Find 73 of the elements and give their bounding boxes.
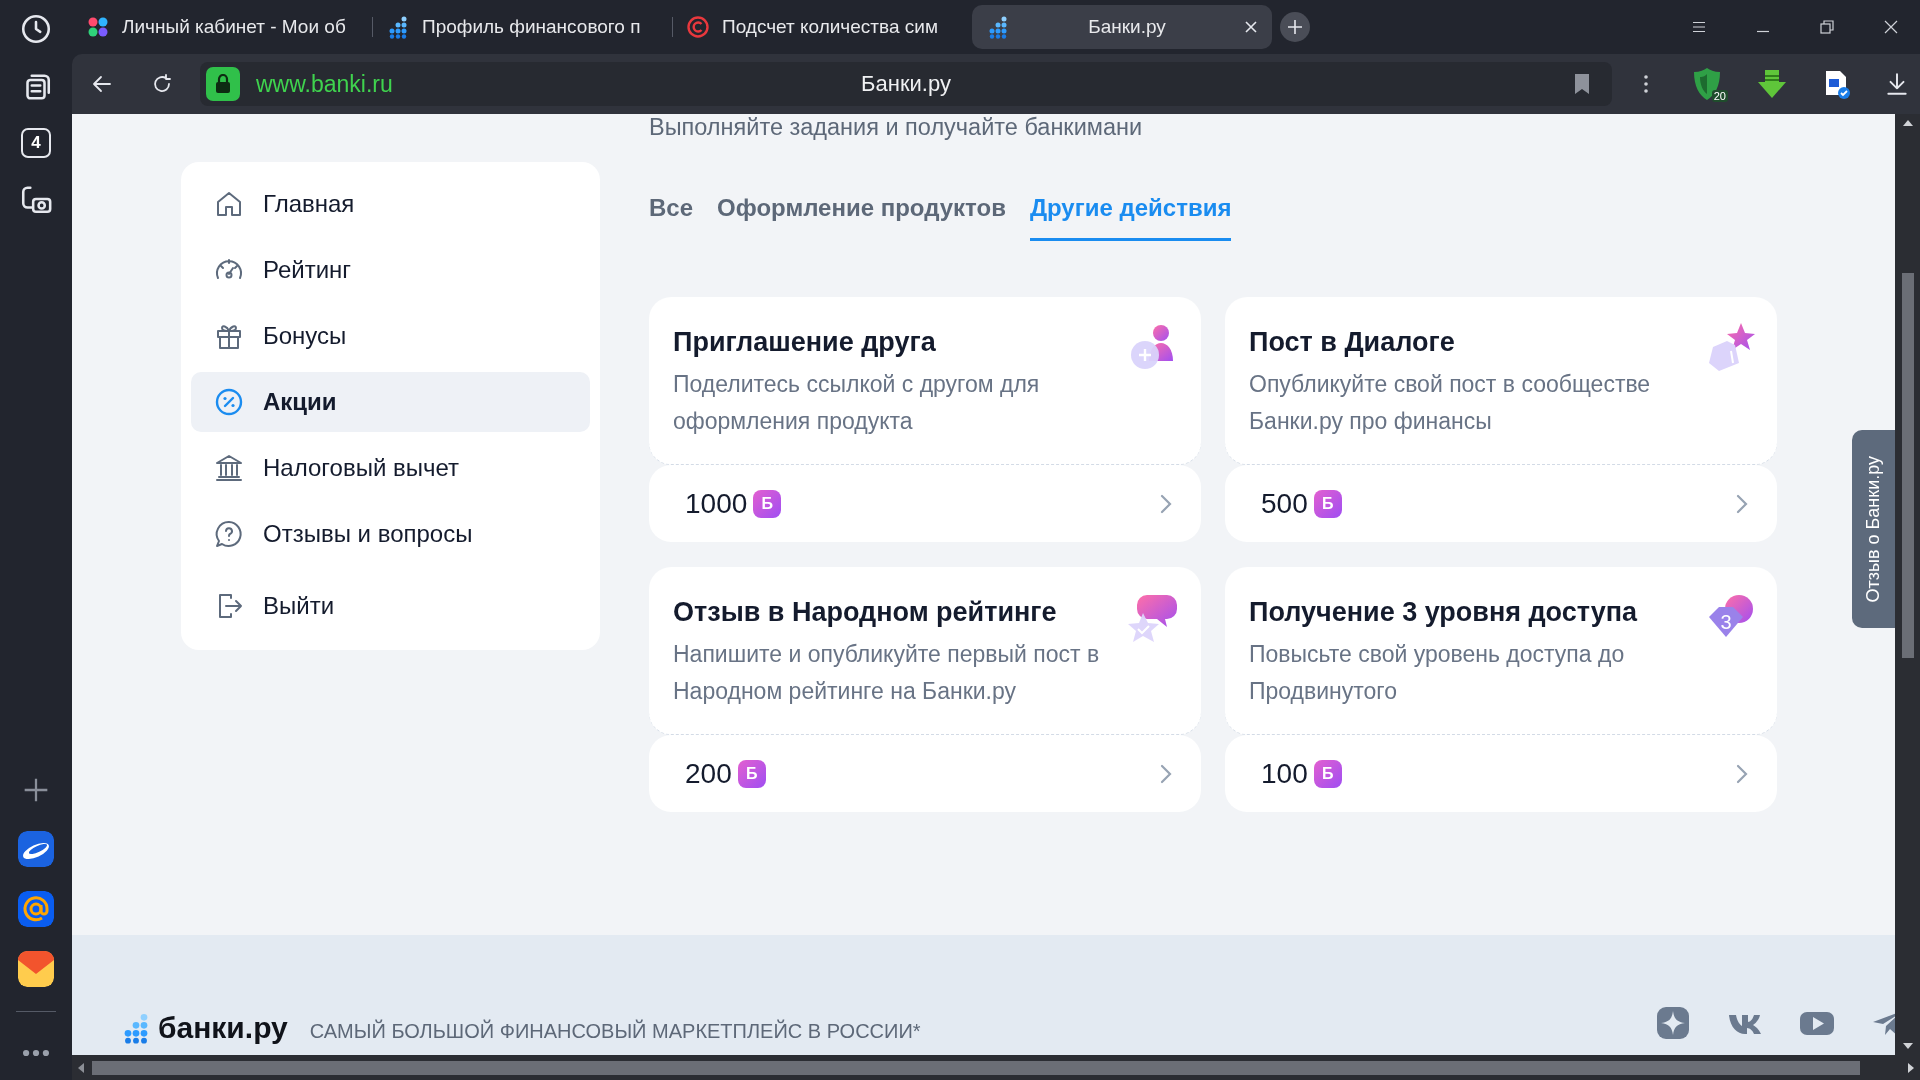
reward-amount: 500: [1261, 487, 1308, 520]
reward-amount: 200: [685, 757, 732, 790]
subtitle: Выполняйте задания и получайте банкимани: [649, 114, 1144, 140]
address-bar[interactable]: www.banki.ru Банки.ру: [200, 62, 1612, 106]
card-title: Приглашение друга: [673, 327, 937, 358]
disc-app-icon[interactable]: [18, 831, 54, 867]
tab-counter[interactable]: 4: [21, 128, 51, 158]
task-card[interactable]: Приглашение друга Поделитесь ссылкой с другом для оформления продукта: [649, 297, 1201, 465]
sparkle-icon[interactable]: [1655, 1005, 1691, 1041]
plus-icon: [1287, 19, 1303, 35]
question-bubble-icon: [213, 518, 245, 550]
download-icon[interactable]: [1884, 71, 1910, 97]
bookmark-icon[interactable]: [1572, 73, 1592, 95]
scroll-left-icon[interactable]: [76, 1062, 86, 1073]
currency-badge: Б: [1313, 759, 1342, 788]
task-card[interactable]: Пост в Диалоге Опубликуйте свой пост в сообществе Банки.ру про финансы: [1225, 297, 1777, 465]
card-description: Опубликуйте свой пост в сообществе Банки.ру про финансы: [1249, 370, 1652, 436]
reward-amount: 1000: [685, 487, 748, 520]
close-icon[interactable]: [1244, 20, 1258, 34]
browser-tab[interactable]: Профиль финансового п: [372, 5, 672, 49]
sidebar-item[interactable]: Налоговый вычет: [191, 438, 590, 498]
task-card[interactable]: Отзыв в Народном рейтинге Напишите и опубликуйте первый пост в Народном рейтинге на Банки.ру: [649, 567, 1201, 735]
card-description: Напишите и опубликуйте первый пост в Народном рейтинге на Банки.ру: [673, 640, 1101, 706]
download-arrow-icon[interactable]: [1756, 68, 1788, 100]
browser-tab[interactable]: Банки.ру: [972, 5, 1272, 49]
filter-tab[interactable]: Оформление продуктов: [717, 194, 1006, 241]
card-title: Получение 3 уровня доступа: [1249, 597, 1639, 628]
bank-building-icon: [213, 452, 245, 484]
reward-amount: 100: [1261, 757, 1308, 790]
task-card[interactable]: Получение 3 уровня доступа Повысьте свой уровень доступа до Продвинутого 3: [1225, 567, 1777, 735]
reward-row[interactable]: 1000 Б: [649, 465, 1201, 542]
sidebar-item[interactable]: Бонусы: [191, 306, 590, 366]
new-tab-button[interactable]: [1280, 12, 1310, 42]
reward-row[interactable]: 500 Б: [1225, 465, 1777, 542]
currency-badge: Б: [753, 489, 782, 518]
scroll-down-icon[interactable]: [1902, 1041, 1913, 1051]
reward-row[interactable]: 200 Б: [649, 735, 1201, 812]
scrollbar-thumb[interactable]: [1901, 273, 1914, 658]
currency-badge: Б: [1313, 489, 1342, 518]
envelope-app-icon[interactable]: [18, 951, 54, 987]
percent-icon: [213, 386, 245, 418]
logo-text[interactable]: банки.ру: [158, 1011, 288, 1045]
card-title: Отзыв в Народном рейтинге: [673, 597, 1058, 628]
scroll-up-icon[interactable]: [1902, 118, 1913, 128]
copyright-icon: [686, 15, 710, 39]
chevron-right-icon: [1735, 492, 1749, 515]
card-description: Поделитесь ссылкой с другом для оформления продукта: [673, 370, 1041, 436]
scroll-right-icon[interactable]: [1906, 1062, 1916, 1073]
at-sign-app-icon[interactable]: [18, 891, 54, 927]
clock-icon[interactable]: [19, 12, 53, 46]
sidebar-item[interactable]: Главная: [191, 174, 590, 234]
lock-icon: [206, 67, 240, 101]
vertical-scrollbar[interactable]: [1895, 114, 1920, 1055]
feedback-tab[interactable]: Отзыв о Банки.ру: [1852, 430, 1895, 628]
browser-tab[interactable]: Подсчет количества сим: [672, 5, 972, 49]
chevron-right-icon: [1735, 762, 1749, 785]
filter-tab[interactable]: Все: [649, 194, 694, 241]
chevron-right-icon: [1159, 762, 1173, 785]
slogan: САМЫЙ БОЛЬШОЙ ФИНАНСОВЫЙ МАРКЕТПЛЕЙС В РОССИИ*: [309, 1020, 921, 1044]
close-icon[interactable]: [1882, 18, 1900, 36]
sidebar-item[interactable]: Выйти: [191, 576, 590, 636]
card-description: Повысьте свой уровень доступа до Продвинутого: [1249, 640, 1626, 706]
currency-badge: Б: [737, 759, 766, 788]
browser-tab[interactable]: Личный кабинет - Мои об: [72, 5, 372, 49]
sidebar-item[interactable]: Рейтинг: [191, 240, 590, 300]
sidebar-item[interactable]: Отзывы и вопросы: [191, 504, 590, 564]
card-title: Пост в Диалоге: [1249, 327, 1456, 358]
restore-icon[interactable]: [1818, 18, 1836, 36]
horizontal-scrollbar[interactable]: [72, 1055, 1920, 1080]
reward-row[interactable]: 100 Б: [1225, 735, 1777, 812]
chevron-right-icon: [1159, 492, 1173, 515]
four-dots-icon: [86, 15, 110, 39]
sidebar-item[interactable]: Акции: [191, 372, 590, 432]
